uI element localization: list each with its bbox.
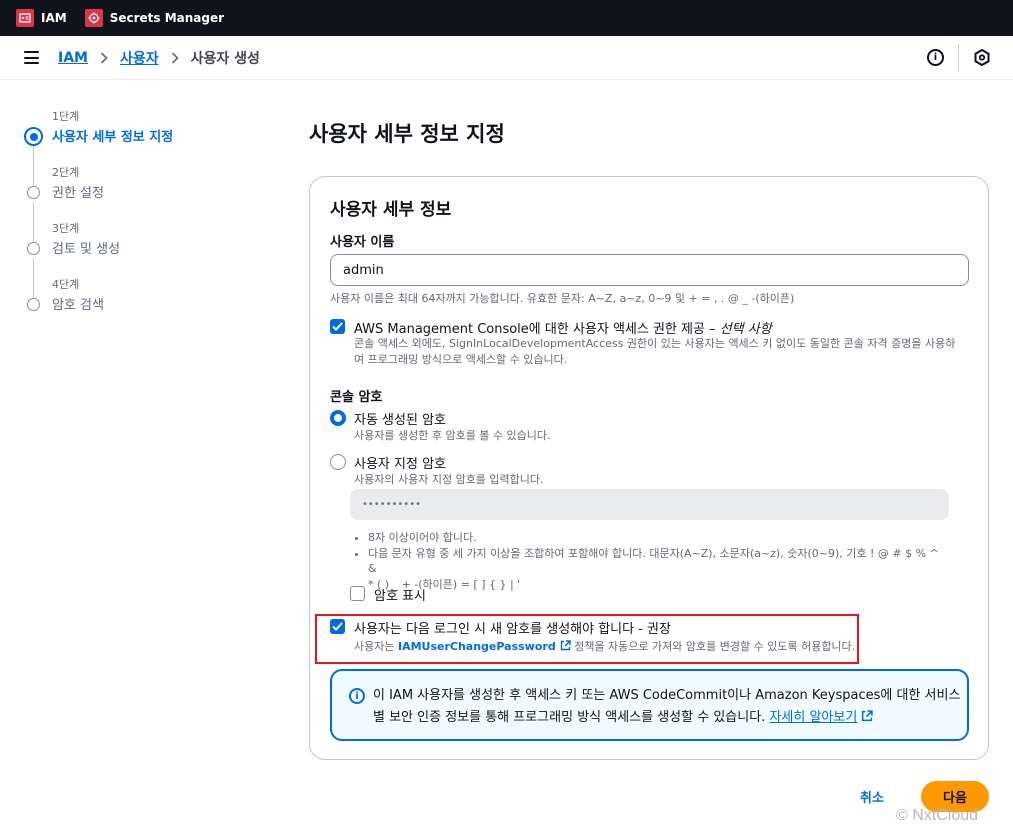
console-access-description: 콘솔 액세스 외에도, SignInLocalDevelopmentAccess… xyxy=(354,336,974,368)
wizard-steps: 1단계 사용자 세부 정보 지정 2단계 권한 설정 3단계 검토 및 생성 4… xyxy=(24,106,284,330)
step-number: 2단계 xyxy=(52,166,80,179)
wizard-step-4: 4단계 암호 검색 xyxy=(24,274,284,330)
console-access-title: AWS Management Console에 대한 사용자 액세스 권한 제공… xyxy=(354,318,772,337)
iam-icon xyxy=(16,9,34,27)
checkmark-icon xyxy=(332,622,343,631)
info-icon: i xyxy=(349,688,365,704)
console-access-checkbox[interactable] xyxy=(330,319,345,334)
auto-password-radio[interactable] xyxy=(330,410,346,426)
custom-password-title: 사용자 지정 암호 xyxy=(354,457,446,472)
console-access-desc-line1: 콘솔 액세스 외에도, SignInLocalDevelopmentAccess… xyxy=(354,337,956,350)
require-password-reset-description: 사용자는 IAMUserChangePassword 정책을 자동으로 가져와 … xyxy=(354,639,855,655)
step-label: 사용자 세부 정보 지정 xyxy=(52,130,174,145)
step-label: 검토 및 생성 xyxy=(52,242,121,257)
optional-label: 선택 사항 xyxy=(719,322,772,337)
step-number: 3단계 xyxy=(52,222,80,235)
external-link-icon xyxy=(560,640,571,651)
auto-password-title: 자동 생성된 암호 xyxy=(354,413,446,428)
step-indicator-icon xyxy=(27,186,40,199)
service-shortcut-secrets-manager[interactable]: Secrets Manager xyxy=(84,9,225,27)
step-indicator-icon xyxy=(27,298,40,311)
watermark: © NxtCloud xyxy=(896,807,979,824)
auto-password-description: 사용자를 생성한 후 암호를 볼 수 있습니다. xyxy=(354,429,551,442)
info-alert: i 이 IAM 사용자를 생성한 후 액세스 키 또는 AWS CodeComm… xyxy=(330,669,969,741)
require-password-reset-title: 사용자는 다음 로그인 시 새 암호를 생성해야 합니다 - 권장 xyxy=(354,622,671,637)
service-label: Secrets Manager xyxy=(109,11,225,25)
step-indicator-icon xyxy=(27,242,40,255)
password-rule: 8자 이상이어야 합니다. xyxy=(368,530,946,546)
info-icon[interactable]: i xyxy=(927,49,944,66)
service-shortcut-iam[interactable]: IAM xyxy=(16,9,67,27)
learn-more-link[interactable]: 자세히 알아보기 xyxy=(769,710,857,725)
checkmark-icon xyxy=(332,322,343,331)
service-label: IAM xyxy=(41,11,67,25)
step-label: 암호 검색 xyxy=(52,298,104,313)
external-link-icon xyxy=(862,710,873,722)
top-navigation-bar: IAM Secrets Manager xyxy=(0,0,1013,36)
divider xyxy=(958,44,959,72)
panel-title: 사용자 세부 정보 xyxy=(330,200,452,220)
secrets-manager-icon xyxy=(84,9,103,27)
step-number: 4단계 xyxy=(52,278,80,291)
page-title: 사용자 세부 정보 지정 xyxy=(309,122,505,146)
username-hint: 사용자 이름은 최대 64자까지 가능합니다. 유효한 문자: A~Z, a~z… xyxy=(330,292,795,305)
wizard-step-1: 1단계 사용자 세부 정보 지정 xyxy=(24,106,284,186)
breadcrumb-iam[interactable]: IAM xyxy=(58,50,88,66)
console-access-label: AWS Management Console에 대한 사용자 액세스 권한 제공… xyxy=(354,322,720,337)
menu-icon[interactable] xyxy=(24,51,39,64)
alert-message: 이 IAM 사용자를 생성한 후 액세스 키 또는 AWS CodeCommit… xyxy=(373,685,963,729)
step-label: 권한 설정 xyxy=(52,186,104,201)
password-rules: 8자 이상이어야 합니다. 다음 문자 유형 중 세 가지 이상을 조합하여 포… xyxy=(356,530,946,592)
user-details-panel: 사용자 세부 정보 사용자 이름 사용자 이름은 최대 64자까지 가능합니다.… xyxy=(309,176,989,760)
username-label: 사용자 이름 xyxy=(330,235,395,250)
password-rule: 다음 문자 유형 중 세 가지 이상을 조합하여 포함해야 합니다. 대문자(A… xyxy=(368,546,946,593)
breadcrumb-users[interactable]: 사용자 xyxy=(120,48,159,68)
password-rule-line1: 다음 문자 유형 중 세 가지 이상을 조합하여 포함해야 합니다. 대문자(A… xyxy=(368,546,939,576)
wizard-step-2: 2단계 권한 설정 xyxy=(24,162,284,242)
breadcrumb-bar: IAM 사용자 사용자 생성 i xyxy=(0,36,1013,80)
username-input[interactable] xyxy=(330,254,969,286)
chevron-right-icon xyxy=(100,52,108,64)
iam-user-change-password-link[interactable]: IAMUserChangePassword xyxy=(398,640,556,653)
step-number: 1단계 xyxy=(52,110,80,123)
reset-desc-suffix: 정책을 자동으로 가져와 암호를 변경할 수 있도록 허용합니다. xyxy=(570,640,856,653)
wizard-step-3: 3단계 검토 및 생성 xyxy=(24,218,284,298)
custom-password-radio[interactable] xyxy=(330,454,346,470)
breadcrumb: IAM 사용자 사용자 생성 xyxy=(58,36,260,80)
require-password-reset-checkbox[interactable] xyxy=(330,619,345,634)
step-active-indicator-icon xyxy=(24,127,43,146)
custom-password-input[interactable] xyxy=(350,489,949,520)
settings-hexagon-icon[interactable] xyxy=(974,48,990,70)
chevron-right-icon xyxy=(171,52,179,64)
custom-password-description: 사용자의 사용자 지정 암호를 입력합니다. xyxy=(354,473,544,486)
cancel-button[interactable]: 취소 xyxy=(860,787,884,806)
console-access-desc-line2: 여 프로그래밍 방식으로 액세스할 수 있습니다. xyxy=(354,353,568,366)
breadcrumb-current: 사용자 생성 xyxy=(190,51,260,67)
show-password-checkbox[interactable] xyxy=(350,586,365,601)
reset-desc-prefix: 사용자는 xyxy=(354,640,398,653)
show-password-label: 암호 표시 xyxy=(374,589,426,604)
console-password-label: 콘솔 암호 xyxy=(330,390,383,405)
